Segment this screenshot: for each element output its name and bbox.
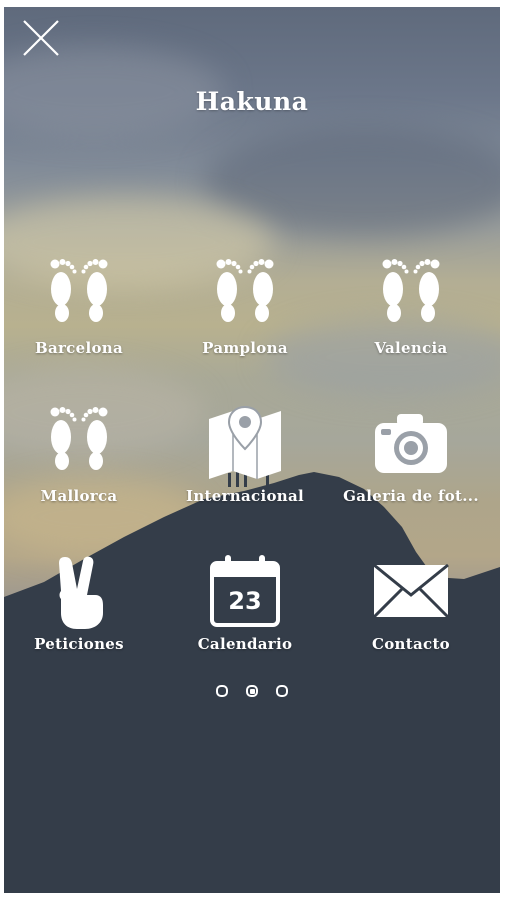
menu-item-label: Barcelona [34,339,123,357]
menu-item-pamplona[interactable]: Pamplona [170,255,320,365]
menu-item-label: Calendario [197,635,293,653]
menu-item-internacional[interactable]: Internacional [170,403,320,513]
peace-hand-icon [39,551,119,631]
close-icon [23,20,59,56]
envelope-icon [371,551,451,631]
page-dot-2[interactable] [246,685,258,697]
app-screen: Hakuna Barcelona Pamplona Valencia Mallo… [4,7,500,893]
footprints-icon [205,255,285,335]
menu-item-mallorca[interactable]: Mallorca [4,403,154,513]
menu-item-label: Peticiones [34,635,124,653]
menu-item-label: Galeria de fot... [343,487,479,505]
close-button[interactable] [21,18,61,58]
footprints-icon [371,255,451,335]
menu-item-label: Internacional [186,487,304,505]
page-indicator [4,685,500,697]
menu-item-calendario[interactable]: 23 Calendario [170,551,320,661]
menu-item-galeria[interactable]: Galeria de fot... [336,403,486,513]
menu-item-barcelona[interactable]: Barcelona [4,255,154,365]
menu-item-peticiones[interactable]: Peticiones [4,551,154,661]
map-pin-icon [205,403,285,483]
page-dot-3[interactable] [276,685,288,697]
menu-item-label: Valencia [374,339,448,357]
menu-item-label: Pamplona [202,339,288,357]
menu-item-label: Contacto [372,635,450,653]
footprints-icon [39,403,119,483]
menu-item-valencia[interactable]: Valencia [336,255,486,365]
camera-icon [371,403,451,483]
menu-item-contacto[interactable]: Contacto [336,551,486,661]
page-dot-1[interactable] [216,685,228,697]
menu-item-label: Mallorca [40,487,118,505]
app-title: Hakuna [195,87,309,116]
calendar-day: 23 [228,587,262,615]
calendar-icon: 23 [205,551,285,631]
footprints-icon [39,255,119,335]
